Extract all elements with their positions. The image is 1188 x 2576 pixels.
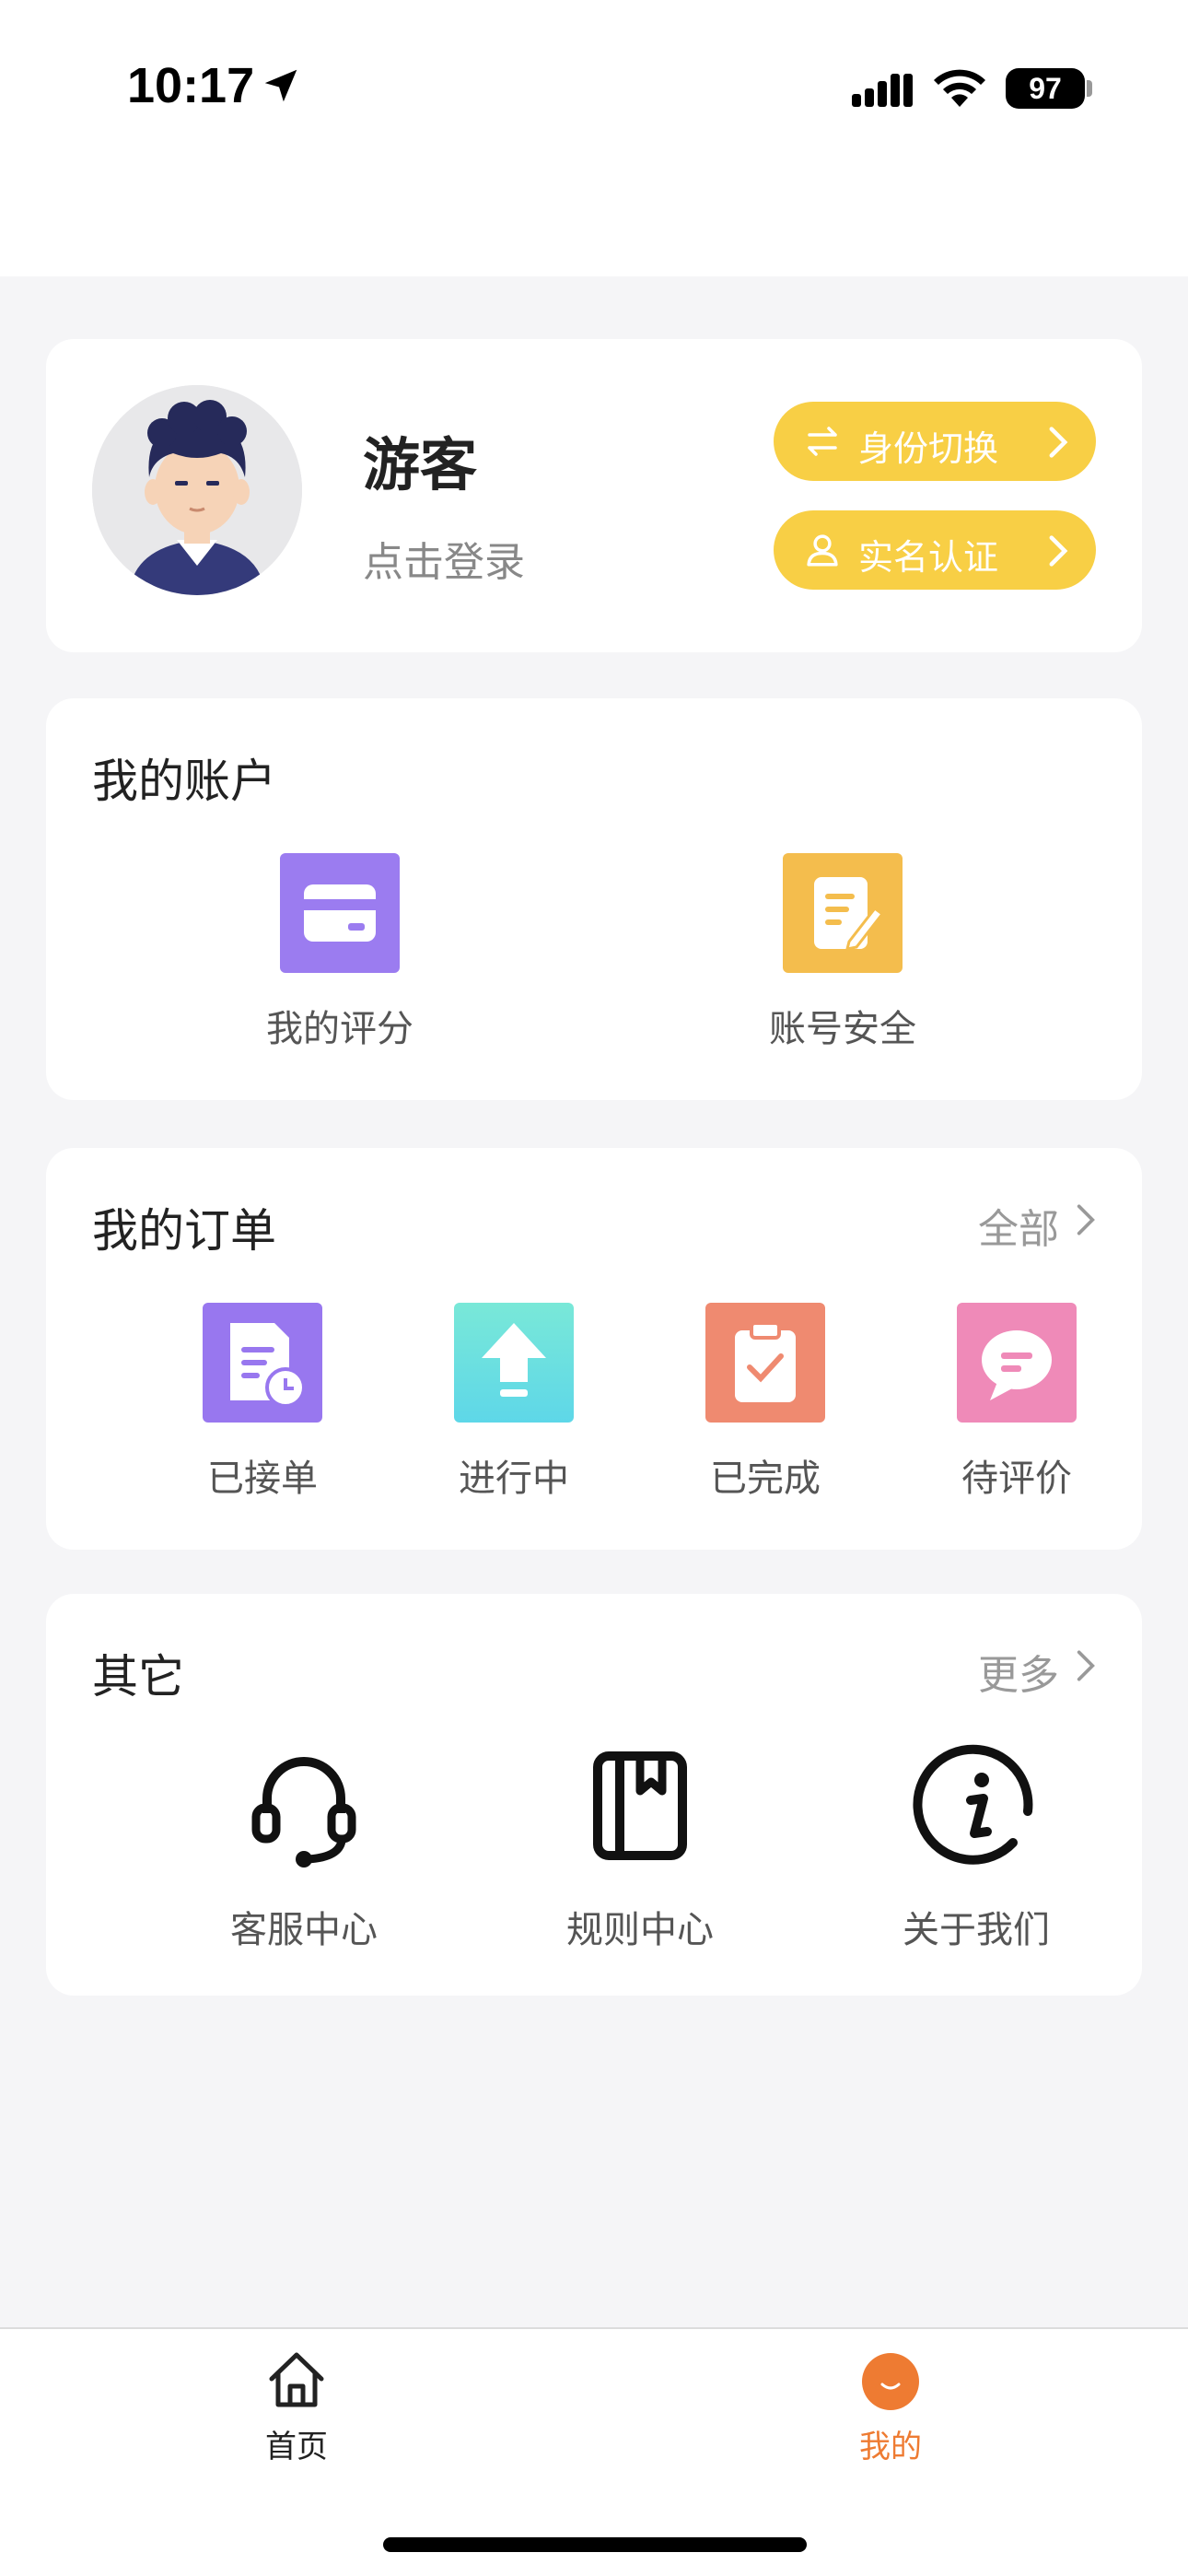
tab-mine[interactable]: 我的 [798, 2348, 983, 2466]
customer-service-label: 客服中心 [230, 1909, 378, 1951]
battery-indicator: 97 [1006, 68, 1085, 109]
order-completed-item[interactable]: 已完成 [659, 1303, 871, 1502]
upload-arrow-icon [454, 1303, 574, 1423]
card-icon [280, 853, 400, 973]
avatar[interactable] [92, 385, 302, 595]
order-in-progress-item[interactable]: 进行中 [408, 1303, 620, 1502]
order-accepted-label: 已接单 [207, 1458, 318, 1500]
order-to-review-label: 待评价 [961, 1458, 1072, 1500]
my-rating-label: 我的评分 [266, 1008, 413, 1050]
tab-home-label: 首页 [265, 2429, 328, 2465]
about-us-label: 关于我们 [903, 1909, 1050, 1951]
identity-switch-button[interactable]: 身份切换 [774, 402, 1096, 481]
status-time: 10:17 [127, 58, 255, 113]
info-icon [913, 1744, 1033, 1865]
order-to-review-item[interactable]: 待评价 [911, 1303, 1123, 1502]
chevron-right-icon[interactable] [1076, 1201, 1096, 1238]
home-icon [269, 2352, 324, 2407]
user-avatar-icon [92, 385, 302, 595]
section-title-orders: 我的订单 [92, 1204, 276, 1258]
smile-face-icon [862, 2353, 919, 2410]
real-name-verify-label: 实名认证 [858, 537, 999, 578]
chevron-right-icon[interactable] [1076, 1647, 1096, 1684]
section-title-other: 其它 [92, 1650, 184, 1704]
section-title-account: 我的账户 [92, 755, 276, 808]
profile-card: 游客 点击登录 身份切换 实名认证 [46, 339, 1142, 652]
location-arrow-icon [264, 69, 297, 102]
order-accepted-item[interactable]: 已接单 [157, 1303, 368, 1502]
person-icon [807, 534, 838, 567]
my-orders-card: 我的订单 全部 已接单 进行中 已完成 待评价 [46, 1148, 1142, 1550]
my-account-card: 我的账户 我的评分 账号安全 [46, 698, 1142, 1100]
doc-clock-icon [203, 1303, 322, 1423]
other-card: 其它 更多 客服中心 规则中心 关于我们 [46, 1594, 1142, 1996]
headset-icon [251, 1757, 356, 1868]
customer-service-item[interactable]: 客服中心 [184, 1741, 424, 1953]
other-more-link[interactable]: 更多 [978, 1642, 1059, 1701]
battery-tip [1087, 80, 1092, 97]
wifi-icon [934, 69, 985, 107]
account-security-label: 账号安全 [769, 1008, 916, 1050]
chevron-right-icon [1049, 535, 1068, 567]
order-completed-label: 已完成 [710, 1458, 821, 1500]
rules-center-label: 规则中心 [566, 1909, 714, 1951]
status-bar: 10:17 97 [0, 0, 1188, 276]
identity-switch-label: 身份切换 [858, 428, 999, 469]
book-icon [593, 1751, 687, 1860]
real-name-verify-button[interactable]: 实名认证 [774, 510, 1096, 590]
swap-arrows-icon [808, 427, 837, 456]
login-link[interactable]: 点击登录 [363, 529, 525, 588]
username: 游客 [363, 431, 478, 498]
clipboard-check-icon [705, 1303, 825, 1423]
cellular-signal-icon [852, 74, 913, 107]
rules-center-item[interactable]: 规则中心 [520, 1741, 760, 1953]
home-indicator [383, 2537, 807, 2552]
note-edit-icon [783, 853, 903, 973]
about-us-item[interactable]: 关于我们 [856, 1741, 1096, 1953]
my-rating-item[interactable]: 我的评分 [252, 853, 427, 1052]
tab-home[interactable]: 首页 [204, 2348, 389, 2466]
orders-all-link[interactable]: 全部 [978, 1196, 1059, 1255]
account-security-item[interactable]: 账号安全 [755, 853, 930, 1052]
order-in-progress-label: 进行中 [459, 1458, 569, 1500]
chevron-right-icon [1049, 427, 1068, 458]
chat-bubble-icon [957, 1303, 1077, 1423]
tab-mine-label: 我的 [859, 2429, 922, 2465]
